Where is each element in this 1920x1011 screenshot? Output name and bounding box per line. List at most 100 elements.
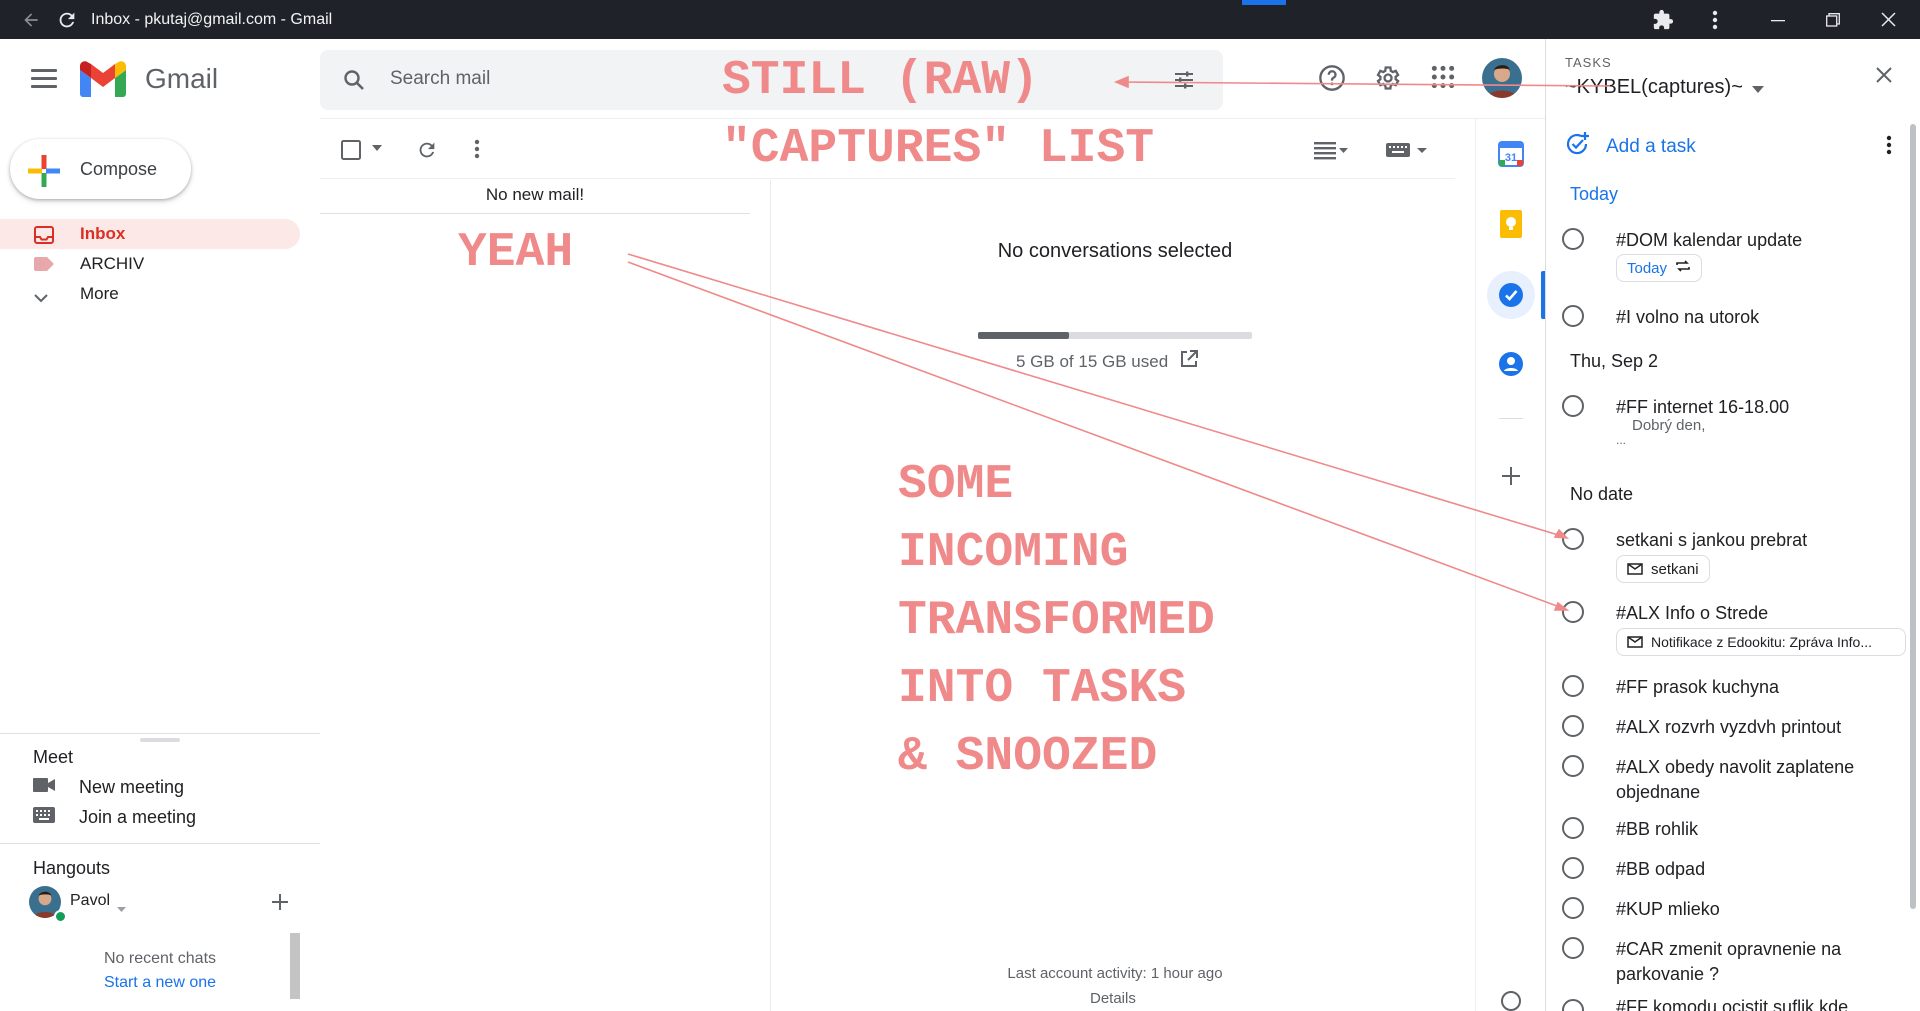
task-note-more: ... — [1616, 433, 1627, 447]
input-tools-icon[interactable] — [1386, 142, 1428, 158]
task-complete-checkbox[interactable] — [1562, 817, 1584, 839]
task-email-chip[interactable]: Notifikace z Edookitu: Zpráva Info... — [1616, 628, 1906, 656]
task-title[interactable]: #CAR zmenit opravnenie na parkovanie ? — [1616, 937, 1896, 987]
compose-button[interactable]: Compose — [10, 139, 191, 199]
task-title[interactable]: #FF prasok kuchyna — [1616, 675, 1896, 700]
chats-scrollbar[interactable] — [290, 933, 300, 999]
task-complete-checkbox[interactable] — [1562, 897, 1584, 919]
task-email-chip[interactable]: setkani — [1616, 555, 1710, 583]
open-external-icon[interactable] — [1180, 350, 1199, 373]
details-link[interactable]: Details — [1090, 990, 1136, 1007]
back-arrow-icon[interactable] — [16, 0, 46, 39]
join-meeting-item[interactable]: Join a meeting — [33, 807, 196, 828]
new-meeting-item[interactable]: New meeting — [33, 777, 184, 798]
meet-divider — [0, 733, 320, 734]
tasks-panel: TASKS ~KYBEL(captures)~ Add a task Today… — [1545, 39, 1920, 1011]
pane-divider[interactable] — [770, 180, 771, 1011]
task-title[interactable]: #ALX obedy navolit zaplatene objednane — [1616, 755, 1896, 805]
task-list-name: ~KYBEL(captures)~ — [1565, 76, 1743, 98]
storage-usage-text: 5 GB of 15 GB used — [1016, 351, 1169, 371]
close-tasks-icon[interactable] — [1876, 67, 1892, 88]
tasks-scrollbar[interactable] — [1910, 124, 1916, 909]
task-title[interactable]: #DOM kalendar update — [1616, 228, 1896, 253]
task-title[interactable]: #ALX rozvrh vyzdvh printout — [1616, 715, 1896, 740]
add-task-button[interactable]: Add a task — [1564, 131, 1696, 163]
select-dropdown-icon[interactable] — [372, 145, 382, 151]
sidebar-item-more[interactable]: More — [0, 279, 300, 309]
keep-icon[interactable] — [1487, 200, 1535, 248]
storage-usage[interactable]: 5 GB of 15 GB used — [1016, 350, 1199, 373]
task-complete-checkbox[interactable] — [1562, 999, 1584, 1011]
storage-bar — [978, 332, 1252, 339]
tasks-more-icon[interactable] — [1886, 135, 1892, 160]
start-new-chat-link[interactable]: Start a new one — [30, 974, 290, 992]
hangouts-divider — [0, 843, 320, 844]
annotation-into-tasks: INTO TASKS — [898, 662, 1187, 716]
task-complete-checkbox[interactable] — [1562, 395, 1584, 417]
strip-separator — [1499, 418, 1523, 419]
gmail-wordmark: Gmail — [145, 63, 219, 94]
titlebar-accent — [1242, 0, 1286, 5]
window-titlebar: Inbox - pkutaj@gmail.com - Gmail — [0, 0, 1920, 39]
task-title[interactable]: #KUP mlieko — [1616, 897, 1896, 922]
close-window-icon[interactable] — [1873, 0, 1903, 39]
extensions-icon[interactable] — [1648, 0, 1678, 39]
help-icon[interactable] — [1318, 64, 1346, 92]
search-input[interactable]: Search mail — [390, 68, 490, 90]
window-title: Inbox - pkutaj@gmail.com - Gmail — [91, 10, 333, 28]
toolbar-divider — [320, 178, 1455, 179]
apps-grid-icon[interactable] — [1430, 64, 1456, 90]
task-list-selector[interactable]: ~KYBEL(captures)~ — [1565, 76, 1764, 99]
resize-handle[interactable] — [140, 738, 180, 742]
task-date-chip[interactable]: Today — [1616, 254, 1703, 282]
task-complete-checkbox[interactable] — [1562, 528, 1584, 550]
hide-panel-icon[interactable] — [1487, 990, 1535, 1011]
no-conversation-text: No conversations selected — [997, 240, 1233, 262]
calendar-icon[interactable]: 31 — [1487, 130, 1535, 178]
restore-icon[interactable] — [1818, 0, 1848, 39]
task-title[interactable]: #ALX Info o Strede — [1616, 601, 1896, 626]
tasks-icon[interactable] — [1487, 271, 1535, 319]
task-complete-checkbox[interactable] — [1562, 755, 1584, 777]
sidebar-item-inbox[interactable]: Inbox — [0, 219, 300, 249]
more-options-icon[interactable] — [474, 139, 480, 159]
task-complete-checkbox[interactable] — [1562, 228, 1584, 250]
reload-icon[interactable] — [52, 0, 82, 39]
refresh-icon[interactable] — [416, 139, 438, 161]
task-complete-checkbox[interactable] — [1562, 601, 1584, 623]
strip-divider — [1475, 118, 1476, 1011]
account-avatar[interactable] — [1482, 58, 1522, 98]
last-activity: Last account activity: 1 hour ago — [1007, 965, 1223, 982]
keyboard-icon — [33, 807, 55, 828]
hangouts-user[interactable]: Pavol — [70, 892, 110, 910]
browser-menu-icon[interactable] — [1700, 0, 1730, 39]
split-pane-icon[interactable] — [1314, 140, 1348, 160]
label-icon — [34, 256, 54, 276]
task-complete-checkbox[interactable] — [1562, 305, 1584, 327]
contacts-icon[interactable] — [1487, 340, 1535, 388]
task-title[interactable]: #BB rohlik — [1616, 817, 1896, 842]
add-chat-icon[interactable] — [272, 894, 288, 915]
sidebar-item-archiv[interactable]: ARCHIV — [0, 249, 300, 279]
search-options-icon[interactable] — [1172, 68, 1196, 92]
minimize-icon[interactable] — [1763, 0, 1793, 39]
no-recent-chats: No recent chats — [103, 950, 217, 967]
task-complete-checkbox[interactable] — [1562, 937, 1584, 959]
inbox-icon — [34, 226, 54, 249]
caret-down-icon[interactable] — [117, 899, 126, 917]
task-title[interactable]: #BB odpad — [1616, 857, 1896, 882]
task-title[interactable]: setkani s jankou prebrat — [1616, 528, 1896, 553]
task-title[interactable]: #I volno na utorok — [1616, 305, 1896, 330]
get-addons-plus-icon[interactable] — [1487, 452, 1535, 500]
task-complete-checkbox[interactable] — [1562, 675, 1584, 697]
search-icon[interactable] — [342, 68, 366, 92]
task-item[interactable]: #FF komodu ocistit suflik kde — [1562, 999, 1902, 1011]
gmail-logo[interactable] — [80, 61, 126, 102]
main-menu-icon[interactable] — [31, 69, 57, 93]
select-checkbox[interactable] — [340, 139, 362, 161]
task-complete-checkbox[interactable] — [1562, 715, 1584, 737]
task-title[interactable]: #FF komodu ocistit suflik kde — [1616, 999, 1896, 1011]
task-complete-checkbox[interactable] — [1562, 857, 1584, 879]
settings-gear-icon[interactable] — [1373, 64, 1401, 92]
new-meeting-label: New meeting — [79, 777, 185, 797]
